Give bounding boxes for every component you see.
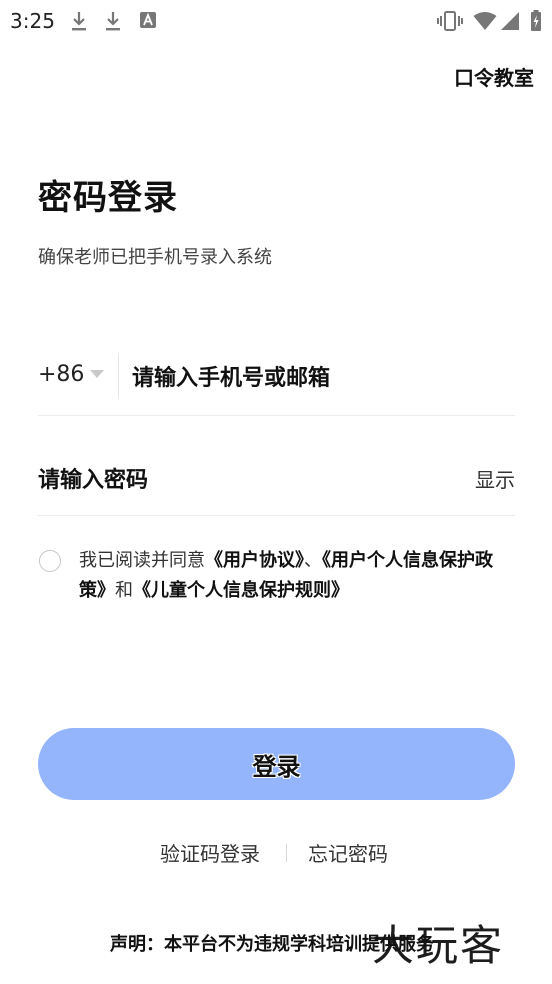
- agreement-separator: 、: [304, 550, 322, 571]
- battery-charging-icon: [531, 10, 541, 31]
- status-time: 3:25: [10, 9, 55, 33]
- login-button-label: 登录: [252, 752, 301, 781]
- divider: [118, 354, 119, 398]
- child-privacy-link[interactable]: 《儿童个人信息保护规则》: [133, 580, 349, 601]
- divider: [286, 844, 287, 862]
- forgot-password-link[interactable]: 忘记密码: [308, 838, 388, 867]
- sms-login-link[interactable]: 验证码登录: [160, 838, 260, 867]
- classroom-code-link[interactable]: 口令教室: [454, 62, 534, 91]
- phone-input[interactable]: 请输入手机号或邮箱: [132, 360, 330, 392]
- phone-row: +86 请输入手机号或邮箱: [38, 338, 515, 416]
- page-subtitle: 确保老师已把手机号录入系统: [38, 247, 272, 268]
- agreement-conjunction: 和: [115, 580, 133, 601]
- bottom-links: 验证码登录 忘记密码: [0, 838, 552, 868]
- chevron-down-icon[interactable]: [90, 370, 104, 378]
- wifi-icon: [473, 12, 497, 30]
- login-button[interactable]: 登录: [38, 728, 515, 800]
- agreement-checkbox[interactable]: [39, 550, 61, 572]
- signal-icon: [501, 12, 519, 30]
- page-title: 密码登录: [38, 178, 178, 218]
- watermark: 大玩客: [372, 921, 505, 970]
- status-bar: 3:25: [0, 0, 552, 44]
- show-password-toggle[interactable]: 显示: [475, 464, 515, 493]
- country-code-selector[interactable]: +86: [38, 362, 84, 387]
- download-icon: [72, 12, 86, 31]
- password-input[interactable]: 请输入密码: [38, 462, 148, 494]
- app-notification-icon: [140, 12, 156, 28]
- user-agreement-link[interactable]: 《用户协议》: [205, 550, 304, 571]
- agreement-prefix: 我已阅读并同意: [79, 550, 205, 571]
- vibrate-icon: [437, 11, 463, 31]
- password-row: 请输入密码 显示: [38, 440, 515, 516]
- agreement-text: 我已阅读并同意《用户协议》、《用户个人信息保护政策》和《儿童个人信息保护规则》: [79, 546, 519, 606]
- download-icon: [106, 12, 120, 31]
